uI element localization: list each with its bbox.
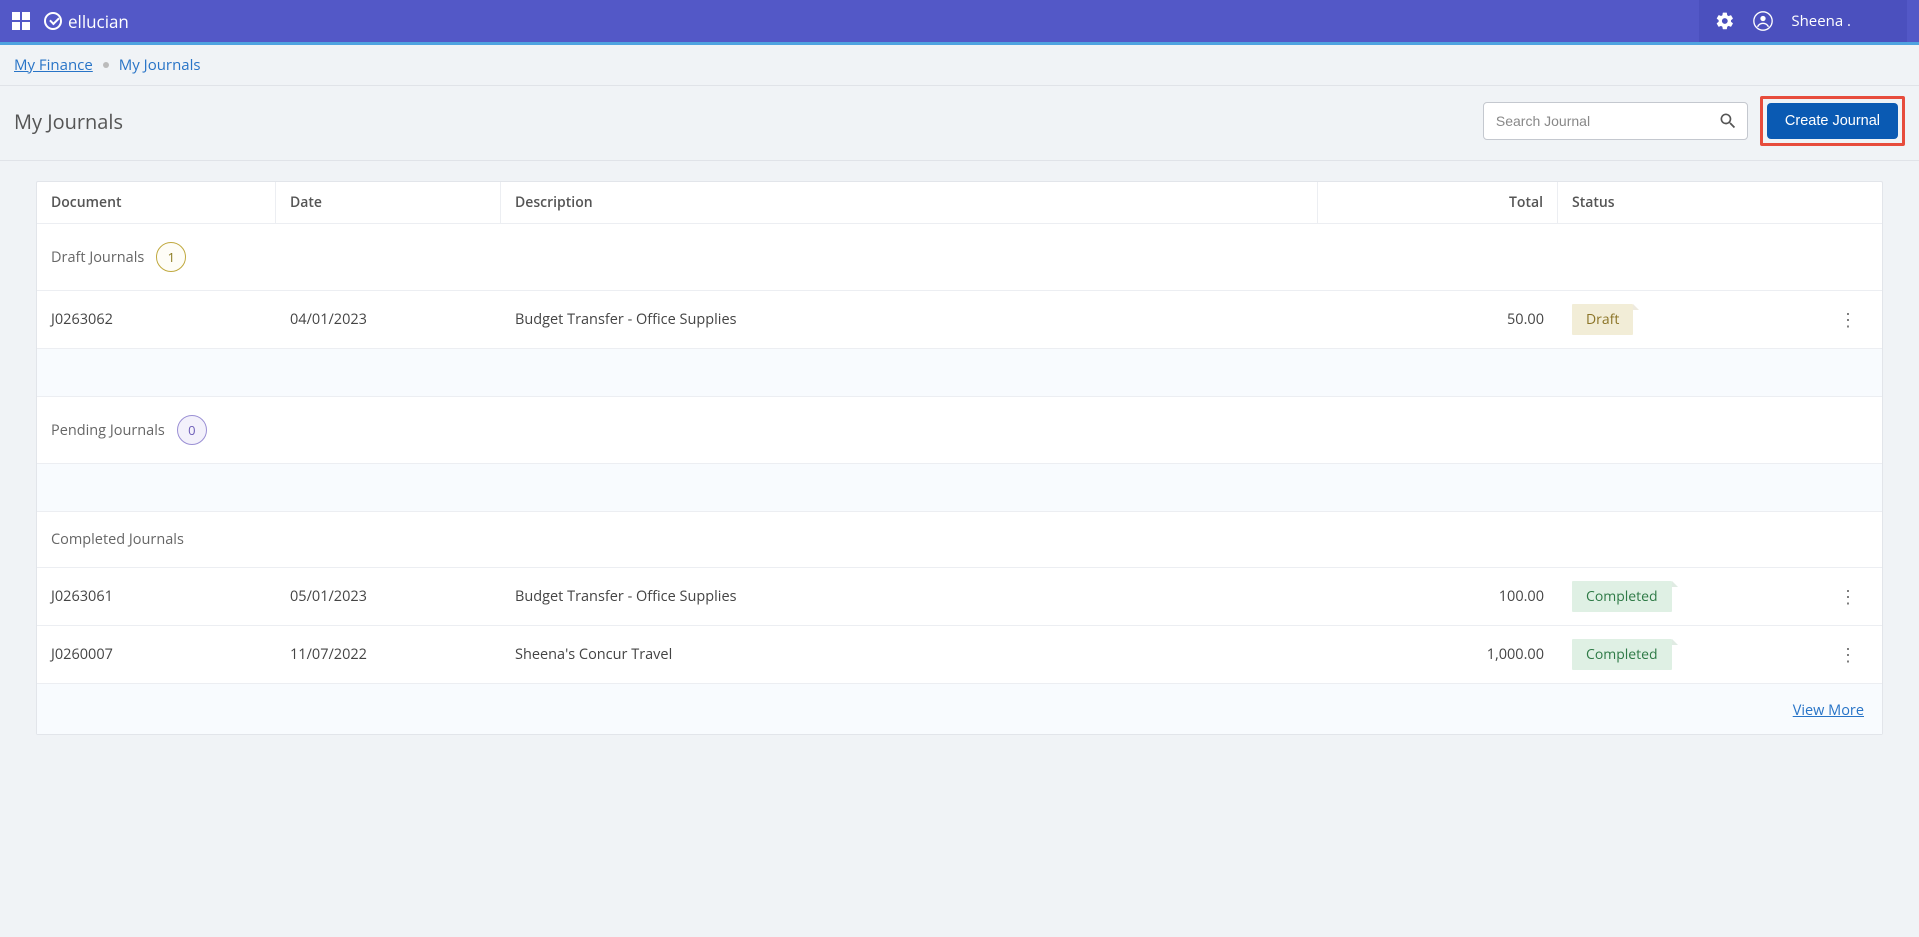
cell-status: Completed (1558, 639, 1828, 670)
avatar-icon[interactable] (1753, 11, 1773, 31)
cell-status: Completed (1558, 581, 1828, 612)
section-draft-journals: Draft Journals 1 (37, 224, 1882, 291)
section-draft-label: Draft Journals (51, 248, 144, 267)
user-name[interactable]: Sheena . (1791, 11, 1851, 31)
cell-total: 1,000.00 (1318, 645, 1558, 664)
status-badge-completed: Completed (1572, 581, 1672, 612)
section-gap (37, 349, 1882, 397)
breadcrumb-separator-icon (103, 62, 109, 68)
table-header: Document Date Description Total Status (37, 182, 1882, 224)
search-input[interactable] (1483, 102, 1748, 140)
journals-table: Document Date Description Total Status D… (36, 181, 1883, 735)
brand-text: ellucian (68, 10, 129, 33)
row-menu-icon[interactable]: ⋮ (1839, 643, 1857, 667)
table-row[interactable]: J0263062 04/01/2023 Budget Transfer - Of… (37, 291, 1882, 349)
page-header: My Journals Create Journal (0, 86, 1919, 161)
section-gap (37, 464, 1882, 512)
table-row[interactable]: J0260007 11/07/2022 Sheena's Concur Trav… (37, 626, 1882, 684)
col-document: Document (51, 182, 276, 223)
cell-description: Budget Transfer - Office Supplies (501, 310, 1318, 329)
cell-description: Sheena's Concur Travel (501, 645, 1318, 664)
gear-icon[interactable] (1715, 11, 1735, 31)
search-wrap (1483, 102, 1748, 140)
cell-date: 05/01/2023 (276, 587, 501, 606)
draft-count-badge: 1 (156, 242, 186, 272)
cell-document: J0263061 (51, 587, 276, 606)
breadcrumb-root-link[interactable]: My Finance (14, 55, 93, 75)
cell-total: 100.00 (1318, 587, 1558, 606)
cell-total: 50.00 (1318, 310, 1558, 329)
create-journal-button[interactable]: Create Journal (1767, 103, 1898, 139)
section-completed-journals: Completed Journals (37, 512, 1882, 568)
cell-status: Draft (1558, 304, 1828, 335)
cell-description: Budget Transfer - Office Supplies (501, 587, 1318, 606)
view-more-row: View More (37, 684, 1882, 734)
section-completed-label: Completed Journals (51, 530, 184, 549)
page-title: My Journals (14, 108, 123, 135)
cell-date: 11/07/2022 (276, 645, 501, 664)
row-menu-icon[interactable]: ⋮ (1839, 308, 1857, 332)
col-description: Description (501, 182, 1318, 223)
create-button-highlight: Create Journal (1760, 96, 1905, 146)
breadcrumb-current: My Journals (119, 55, 201, 75)
section-pending-journals: Pending Journals 0 (37, 397, 1882, 464)
col-date: Date (276, 182, 501, 223)
breadcrumb: My Finance My Journals (0, 45, 1919, 86)
col-status: Status (1558, 182, 1828, 223)
cell-document: J0260007 (51, 645, 276, 664)
topbar: ellucian Sheena . (0, 0, 1919, 42)
col-total: Total (1318, 182, 1558, 223)
cell-document: J0263062 (51, 310, 276, 329)
apps-icon[interactable] (12, 12, 30, 30)
cell-date: 04/01/2023 (276, 310, 501, 329)
pending-count-badge: 0 (177, 415, 207, 445)
view-more-link[interactable]: View More (1793, 701, 1864, 720)
status-badge-draft: Draft (1572, 304, 1633, 335)
row-menu-icon[interactable]: ⋮ (1839, 585, 1857, 609)
section-pending-label: Pending Journals (51, 421, 165, 440)
brand: ellucian (44, 10, 129, 33)
table-row[interactable]: J0263061 05/01/2023 Budget Transfer - Of… (37, 568, 1882, 626)
brand-logo-icon (44, 12, 62, 30)
search-icon[interactable] (1718, 111, 1738, 131)
status-badge-completed: Completed (1572, 639, 1672, 670)
